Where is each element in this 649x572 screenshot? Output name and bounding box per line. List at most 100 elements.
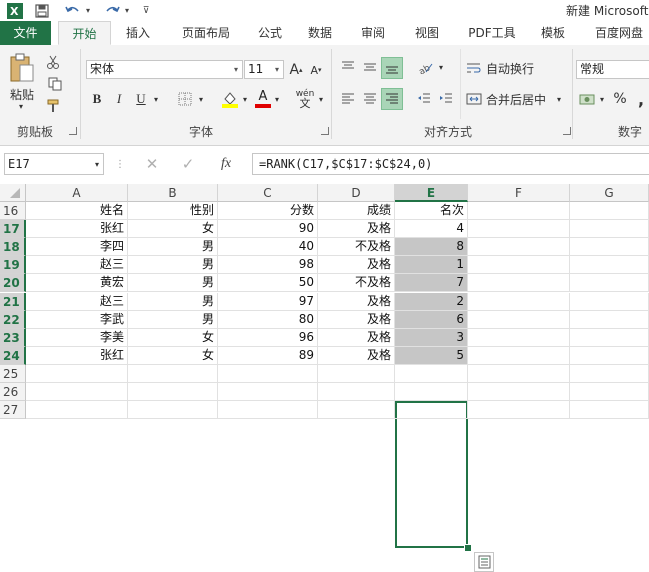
merge-center-button[interactable]: 合并后居中 <box>466 89 562 109</box>
cell-f20[interactable] <box>468 274 570 293</box>
cell-g21[interactable] <box>570 292 649 311</box>
cell-c27[interactable] <box>218 401 318 420</box>
redo-icon[interactable] <box>103 2 121 19</box>
cell-e20[interactable]: 7 <box>395 274 468 293</box>
tab-home[interactable]: 开始 <box>58 21 111 45</box>
phonetic-button[interactable]: wén 文 <box>294 87 316 111</box>
cell-c16[interactable]: 分数 <box>218 202 318 220</box>
tab-review[interactable]: 审阅 <box>351 21 395 45</box>
font-color-dropdown-icon[interactable]: ▾ <box>272 92 282 106</box>
font-size-combo[interactable]: 11 ▾ <box>244 60 284 79</box>
cell-g17[interactable] <box>570 220 649 239</box>
cell-e23[interactable]: 3 <box>395 328 468 347</box>
column-header-c[interactable]: C <box>218 184 318 202</box>
cell-b18[interactable]: 男 <box>128 238 218 257</box>
alignment-launcher-icon[interactable] <box>563 127 571 135</box>
cell-d16[interactable]: 成绩 <box>318 202 395 220</box>
redo-dropdown-icon[interactable]: ▾ <box>122 2 132 19</box>
cell-f25[interactable] <box>468 364 570 383</box>
cell-e16[interactable]: 名次 <box>395 202 468 220</box>
cell-f17[interactable] <box>468 220 570 239</box>
phonetic-dropdown-icon[interactable]: ▾ <box>316 92 326 106</box>
font-name-combo[interactable]: 宋体 ▾ <box>86 60 243 79</box>
fill-handle[interactable] <box>464 544 472 552</box>
cell-c18[interactable]: 40 <box>218 238 318 257</box>
cell-c21[interactable]: 97 <box>218 292 318 311</box>
confirm-entry-icon[interactable]: ✓ <box>178 155 198 173</box>
paste-icon[interactable] <box>6 53 38 83</box>
percent-style-button[interactable]: % <box>611 89 629 109</box>
accounting-dropdown-icon[interactable]: ▾ <box>597 92 607 106</box>
cell-e22[interactable]: 6 <box>395 310 468 329</box>
cell-b17[interactable]: 女 <box>128 220 218 239</box>
cell-a16[interactable]: 姓名 <box>26 202 128 220</box>
cell-b21[interactable]: 男 <box>128 292 218 311</box>
row-header-17[interactable]: 17 <box>0 220 26 239</box>
cancel-entry-icon[interactable]: ✕ <box>142 155 162 173</box>
cell-a23[interactable]: 李美 <box>26 328 128 347</box>
font-color-button[interactable]: A <box>254 89 272 109</box>
wrap-text-button[interactable]: 自动换行 <box>466 58 552 78</box>
row-header-23[interactable]: 23 <box>0 328 26 347</box>
align-right-icon[interactable] <box>381 88 403 110</box>
cell-b26[interactable] <box>128 383 218 401</box>
cell-a19[interactable]: 赵三 <box>26 256 128 275</box>
number-format-combo[interactable]: 常规 <box>576 60 649 79</box>
cell-b20[interactable]: 男 <box>128 274 218 293</box>
cut-icon[interactable] <box>44 53 62 71</box>
cell-g18[interactable] <box>570 238 649 257</box>
cell-c25[interactable] <box>218 364 318 383</box>
cell-c26[interactable] <box>218 383 318 401</box>
name-box[interactable]: E17 <box>4 153 104 175</box>
column-header-b[interactable]: B <box>128 184 218 202</box>
cell-g22[interactable] <box>570 310 649 329</box>
column-header-a[interactable]: A <box>26 184 128 202</box>
cell-c19[interactable]: 98 <box>218 256 318 275</box>
italic-button[interactable]: I <box>110 90 128 108</box>
cell-g27[interactable] <box>570 401 649 420</box>
row-header-16[interactable]: 16 <box>0 202 26 220</box>
row-header-19[interactable]: 19 <box>0 256 26 275</box>
tab-insert[interactable]: 插入 <box>116 21 160 45</box>
increase-indent-icon[interactable] <box>436 89 456 109</box>
borders-dropdown-icon[interactable]: ▾ <box>196 92 206 106</box>
cell-f26[interactable] <box>468 383 570 401</box>
fill-color-dropdown-icon[interactable]: ▾ <box>240 92 250 106</box>
orientation-icon[interactable]: ab <box>414 57 436 77</box>
name-box-dropdown-icon[interactable]: ▾ <box>91 158 103 170</box>
tab-templates[interactable]: 模板 <box>531 21 575 45</box>
cell-d23[interactable]: 及格 <box>318 328 395 347</box>
cell-e25[interactable] <box>395 364 468 383</box>
row-header-25[interactable]: 25 <box>0 364 26 383</box>
formula-input[interactable]: =RANK(C17,$C$17:$C$24,0) <box>252 153 649 175</box>
cell-a20[interactable]: 黄宏 <box>26 274 128 293</box>
cell-a22[interactable]: 李武 <box>26 310 128 329</box>
accounting-format-icon[interactable] <box>577 89 597 109</box>
cell-d20[interactable]: 不及格 <box>318 274 395 293</box>
cell-f27[interactable] <box>468 401 570 420</box>
save-icon[interactable] <box>33 2 51 19</box>
cell-g20[interactable] <box>570 274 649 293</box>
orientation-dropdown-icon[interactable]: ▾ <box>436 60 446 74</box>
cell-d21[interactable]: 及格 <box>318 292 395 311</box>
cell-g24[interactable] <box>570 346 649 365</box>
undo-dropdown-icon[interactable]: ▾ <box>83 2 93 19</box>
cell-b19[interactable]: 男 <box>128 256 218 275</box>
underline-dropdown-icon[interactable]: ▾ <box>151 92 161 106</box>
paste-dropdown-icon[interactable]: ▾ <box>14 101 28 111</box>
cell-a26[interactable] <box>26 383 128 401</box>
tab-file[interactable]: 文件 <box>0 21 51 45</box>
cell-a21[interactable]: 赵三 <box>26 292 128 311</box>
cell-f23[interactable] <box>468 328 570 347</box>
cell-e21[interactable]: 2 <box>395 292 468 311</box>
cell-a27[interactable] <box>26 401 128 420</box>
row-header-21[interactable]: 21 <box>0 292 26 311</box>
row-header-22[interactable]: 22 <box>0 310 26 329</box>
decrease-indent-icon[interactable] <box>414 89 434 109</box>
tab-formulas[interactable]: 公式 <box>248 21 292 45</box>
cell-b22[interactable]: 男 <box>128 310 218 329</box>
borders-icon[interactable] <box>176 90 194 108</box>
cell-e17[interactable]: 4 <box>395 220 468 239</box>
cell-a24[interactable]: 张红 <box>26 346 128 365</box>
cell-d17[interactable]: 及格 <box>318 220 395 239</box>
